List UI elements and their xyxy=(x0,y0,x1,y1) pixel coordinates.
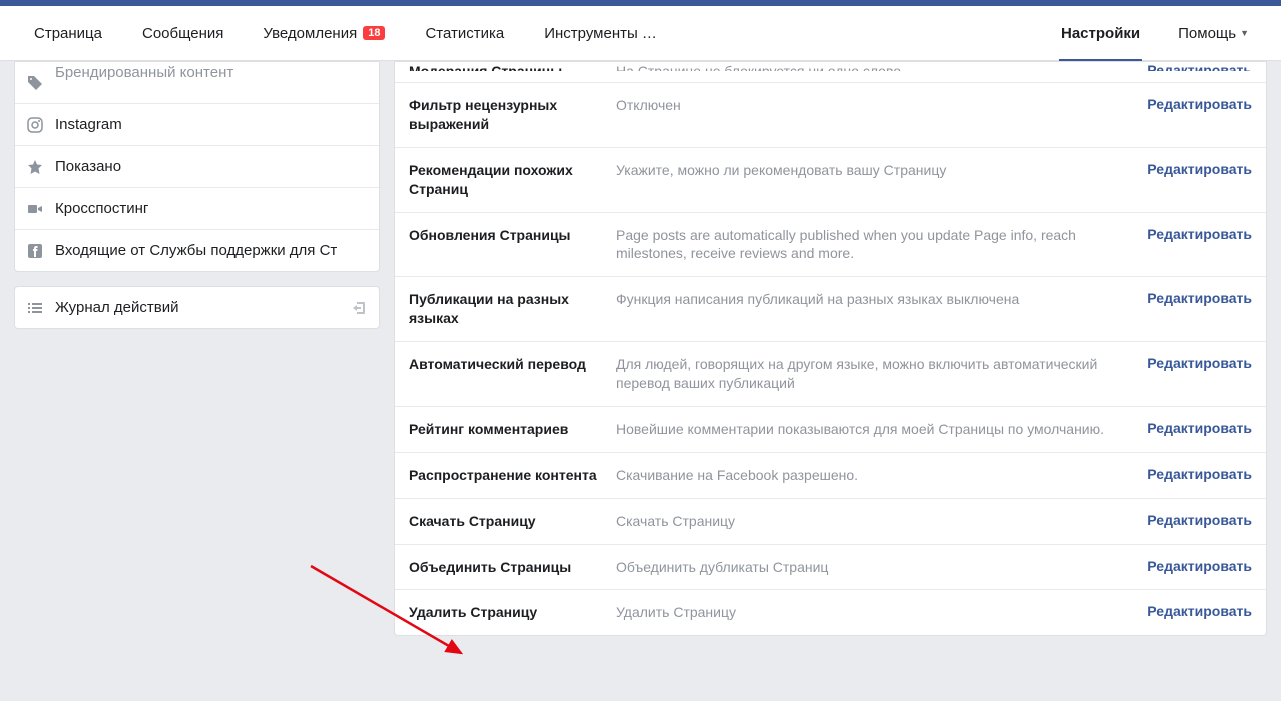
setting-row-auto-translate[interactable]: Автоматический перевод Для людей, говоря… xyxy=(395,342,1266,407)
setting-description: Для людей, говорящих на другом языке, мо… xyxy=(616,355,1135,393)
setting-title: Скачать Страницу xyxy=(409,512,604,531)
nav-item-page[interactable]: Страница xyxy=(14,6,122,61)
nav-label: Статистика xyxy=(425,25,504,42)
sidebar-item-label: Брендированный контент xyxy=(55,64,367,81)
setting-row-comment-ranking[interactable]: Рейтинг комментариев Новейшие комментари… xyxy=(395,407,1266,453)
setting-description: Page posts are automatically published w… xyxy=(616,226,1135,264)
nav-label: Инструменты … xyxy=(544,25,657,42)
setting-title: Обновления Страницы xyxy=(409,226,604,245)
sidebar-item-label: Входящие от Службы поддержки для Ст xyxy=(55,242,367,259)
nav-item-insights[interactable]: Статистика xyxy=(405,6,524,61)
setting-description: Укажите, можно ли рекомендовать вашу Стр… xyxy=(616,161,1135,180)
sidebar-item-activity-log[interactable]: Журнал действий xyxy=(15,287,379,328)
setting-title: Публикации на разных языках xyxy=(409,290,604,328)
nav-left-group: Страница Сообщения Уведомления 18 Статис… xyxy=(14,6,677,61)
sidebar-item-instagram[interactable]: Instagram xyxy=(15,104,379,146)
setting-description: Новейшие комментарии показываются для мо… xyxy=(616,420,1135,439)
nav-label: Настройки xyxy=(1061,25,1140,42)
sidebar-item-label: Instagram xyxy=(55,116,367,133)
nav-item-notifications[interactable]: Уведомления 18 xyxy=(243,6,405,61)
nav-item-settings[interactable]: Настройки xyxy=(1041,6,1160,61)
nav-item-messages[interactable]: Сообщения xyxy=(122,6,243,61)
setting-title: Удалить Страницу xyxy=(409,603,604,622)
nav-label: Уведомления xyxy=(263,25,357,42)
sidebar-item-support-inbox[interactable]: Входящие от Службы поддержки для Ст xyxy=(15,230,379,271)
setting-row-page-updates[interactable]: Обновления Страницы Page posts are autom… xyxy=(395,213,1266,278)
setting-row-similar-pages[interactable]: Рекомендации похожих Страниц Укажите, мо… xyxy=(395,148,1266,213)
sidebar-item-featured[interactable]: Показано xyxy=(15,146,379,188)
chevron-down-icon: ▼ xyxy=(1240,28,1249,38)
edit-link[interactable]: Редактировать xyxy=(1147,226,1252,242)
edit-link[interactable]: Редактировать xyxy=(1147,355,1252,371)
edit-link[interactable]: Редактировать xyxy=(1147,512,1252,528)
sidebar-item-label: Журнал действий xyxy=(55,299,339,316)
page-navigation: Страница Сообщения Уведомления 18 Статис… xyxy=(0,6,1281,61)
edit-link[interactable]: Редактировать xyxy=(1147,603,1252,619)
edit-link[interactable]: Редактировать xyxy=(1147,466,1252,482)
settings-sidebar: Брендированный контент Instagram Показан… xyxy=(14,61,380,701)
setting-description: Скачивание на Facebook разрешено. xyxy=(616,466,1135,485)
setting-title: Рекомендации похожих Страниц xyxy=(409,161,604,199)
edit-link[interactable]: Редактировать xyxy=(1147,161,1252,177)
setting-row-content-distribution[interactable]: Распространение контента Скачивание на F… xyxy=(395,453,1266,499)
edit-link[interactable]: Редактировать xyxy=(1147,62,1252,71)
instagram-icon xyxy=(27,117,43,133)
general-settings-card: Модерация Страницы На Странице не блокир… xyxy=(394,61,1267,636)
sidebar-item-label: Показано xyxy=(55,158,367,175)
setting-row-profanity-filter[interactable]: Фильтр нецензурных выражений Отключен Ре… xyxy=(395,83,1266,148)
nav-item-tools[interactable]: Инструменты … xyxy=(524,6,677,61)
facebook-icon xyxy=(27,243,43,259)
setting-description: Скачать Страницу xyxy=(616,512,1135,531)
setting-row-multilang-posts[interactable]: Публикации на разных языках Функция напи… xyxy=(395,277,1266,342)
nav-item-help[interactable]: Помощь ▼ xyxy=(1160,25,1267,42)
setting-row-download-page[interactable]: Скачать Страницу Скачать Страницу Редакт… xyxy=(395,499,1266,545)
setting-title: Объединить Страницы xyxy=(409,558,604,577)
sidebar-item-branded-content[interactable]: Брендированный контент xyxy=(15,62,379,104)
edit-link[interactable]: Редактировать xyxy=(1147,96,1252,112)
setting-title: Распространение контента xyxy=(409,466,604,485)
setting-description: Удалить Страницу xyxy=(616,603,1135,622)
setting-row-moderation[interactable]: Модерация Страницы На Странице не блокир… xyxy=(395,62,1266,83)
setting-description: Объединить дубликаты Страниц xyxy=(616,558,1135,577)
edit-link[interactable]: Редактировать xyxy=(1147,558,1252,574)
setting-row-remove-page[interactable]: Удалить Страницу Удалить Страницу Редакт… xyxy=(395,590,1266,635)
settings-main: Модерация Страницы На Странице не блокир… xyxy=(394,61,1267,701)
setting-title: Автоматический перевод xyxy=(409,355,604,374)
setting-description: Функция написания публикаций на разных я… xyxy=(616,290,1135,309)
setting-row-merge-pages[interactable]: Объединить Страницы Объединить дубликаты… xyxy=(395,545,1266,591)
nav-label: Страница xyxy=(34,25,102,42)
sidebar-item-crossposting[interactable]: Кросспостинг xyxy=(15,188,379,230)
edit-link[interactable]: Редактировать xyxy=(1147,420,1252,436)
star-icon xyxy=(27,159,43,175)
notifications-badge: 18 xyxy=(363,26,385,40)
nav-right-group: Настройки Помощь ▼ xyxy=(1041,6,1267,61)
sidebar-item-label: Кросспостинг xyxy=(55,200,367,217)
list-icon xyxy=(27,300,43,316)
setting-title: Рейтинг комментариев xyxy=(409,420,604,439)
nav-label: Сообщения xyxy=(142,25,223,42)
video-icon xyxy=(27,201,43,217)
exit-icon xyxy=(351,300,367,316)
setting-description: На Странице не блокируется ни одно слово… xyxy=(616,62,1135,71)
nav-label: Помощь xyxy=(1178,25,1236,42)
setting-title: Модерация Страницы xyxy=(409,62,604,71)
setting-title: Фильтр нецензурных выражений xyxy=(409,96,604,134)
edit-link[interactable]: Редактировать xyxy=(1147,290,1252,306)
tag-icon xyxy=(27,75,43,91)
setting-description: Отключен xyxy=(616,96,1135,115)
